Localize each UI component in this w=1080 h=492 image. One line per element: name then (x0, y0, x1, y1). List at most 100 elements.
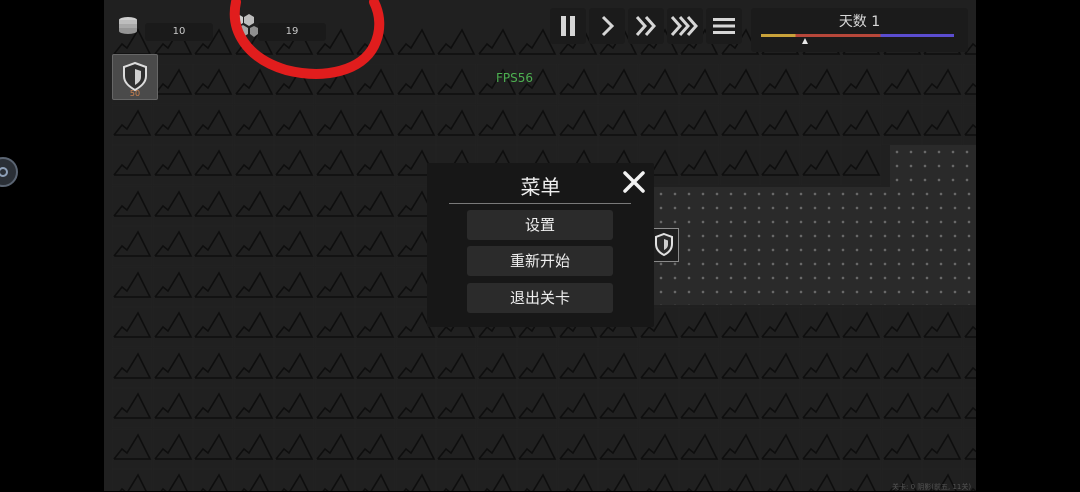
mountain-tile (193, 185, 233, 226)
mountain-tile (841, 104, 881, 145)
mountain-tile (760, 64, 800, 104)
mountain-tile (233, 104, 274, 145)
close-icon[interactable] (620, 168, 648, 196)
mountain-tile (112, 145, 152, 185)
menu-button[interactable] (706, 8, 742, 44)
fast-forward-button[interactable] (628, 8, 664, 44)
mountain-tile (112, 428, 152, 469)
mountain-tile (881, 388, 922, 428)
mountain-tile (841, 428, 881, 469)
mountain-tile (112, 185, 152, 226)
floating-assist-icon[interactable] (0, 157, 18, 187)
pause-button[interactable] (550, 8, 586, 44)
mountain-tile (355, 307, 395, 347)
pause-menu-dialog: 菜单 设置 重新开始 退出关卡 (427, 163, 654, 327)
mountain-tile (881, 64, 922, 104)
mountain-tile (517, 347, 557, 388)
mountain-tile (193, 469, 233, 491)
mountain-tile (922, 64, 962, 104)
mountain-tile (395, 347, 436, 388)
mountain-tile (800, 307, 841, 347)
mountain-tile (800, 145, 841, 185)
mountain-tile (638, 388, 679, 428)
mountain-tile (881, 347, 922, 388)
left-letterbox (0, 0, 104, 491)
play-icon (601, 15, 615, 37)
mountain-tile (395, 64, 436, 104)
mountain-tile (233, 145, 274, 185)
fast-forward-icon (635, 16, 657, 36)
coins-counter: 10 (145, 23, 213, 41)
mountain-tile (355, 428, 395, 469)
mountain-tile (355, 347, 395, 388)
mountain-tile (476, 104, 517, 145)
mountain-tile (152, 388, 193, 428)
mountain-tile (881, 428, 922, 469)
exit-level-button[interactable]: 退出关卡 (467, 283, 613, 313)
right-letterbox (976, 0, 1080, 491)
mountain-tile (477, 27, 516, 55)
mountain-tile (274, 388, 314, 428)
dotted-path-upper (890, 145, 976, 189)
mountain-tile (274, 266, 314, 307)
mountain-tile (355, 104, 395, 145)
mountain-tile (395, 104, 436, 145)
mountain-tile (598, 104, 638, 145)
mountain-tile (638, 469, 679, 491)
mountain-tile (962, 428, 976, 469)
mountain-tile (314, 104, 355, 145)
mountain-tile (437, 27, 476, 55)
mountain-tile (436, 64, 476, 104)
mountain-tile (962, 104, 976, 145)
coin-stack-icon (117, 14, 139, 40)
mountain-tile (841, 469, 881, 491)
mountain-tile (598, 428, 638, 469)
hamburger-icon (713, 18, 735, 34)
mountain-tile (557, 104, 598, 145)
mountain-tile (233, 347, 274, 388)
mountain-tile (233, 266, 274, 307)
mountain-tile (314, 145, 355, 185)
settings-button[interactable]: 设置 (467, 210, 613, 240)
mountain-tile (314, 226, 355, 266)
mountain-tile (638, 104, 679, 145)
mountain-tile (922, 307, 962, 347)
mountain-tile (760, 388, 800, 428)
mountain-tile (193, 104, 233, 145)
mountain-tile (314, 469, 355, 491)
mountain-tile (112, 307, 152, 347)
triple-forward-icon (670, 16, 699, 36)
mountain-tile (679, 64, 719, 104)
mountain-tile (314, 185, 355, 226)
dotted-path-main (654, 187, 976, 305)
mountain-tile (598, 347, 638, 388)
mountain-tile (679, 347, 719, 388)
mountain-tile (962, 388, 976, 428)
play-button[interactable] (589, 8, 625, 44)
tower-build-slot[interactable]: 50 (112, 54, 158, 100)
hexagon-cluster-icon (229, 12, 259, 46)
mountain-tile (112, 388, 152, 428)
mountain-tile (314, 266, 355, 307)
mountain-tile (395, 469, 436, 491)
mountain-tile (112, 469, 152, 491)
mountain-tile (841, 347, 881, 388)
mountain-tile (719, 388, 760, 428)
mountain-tile (193, 307, 233, 347)
mountain-tile (152, 307, 193, 347)
mountain-tile (274, 104, 314, 145)
mountain-tile (922, 428, 962, 469)
restart-button[interactable]: 重新开始 (467, 246, 613, 276)
mountain-tile (112, 266, 152, 307)
fastest-button[interactable] (667, 8, 703, 44)
mountain-tile (112, 347, 152, 388)
mountain-tile (638, 347, 679, 388)
mountain-tile (152, 226, 193, 266)
mountain-tile (355, 469, 395, 491)
mountain-tile (881, 104, 922, 145)
mountain-tile (476, 388, 517, 428)
fps-counter: FPS56 (496, 71, 534, 85)
mountain-tile (274, 185, 314, 226)
build-cost: 50 (129, 89, 141, 98)
mountain-tile (396, 27, 435, 55)
